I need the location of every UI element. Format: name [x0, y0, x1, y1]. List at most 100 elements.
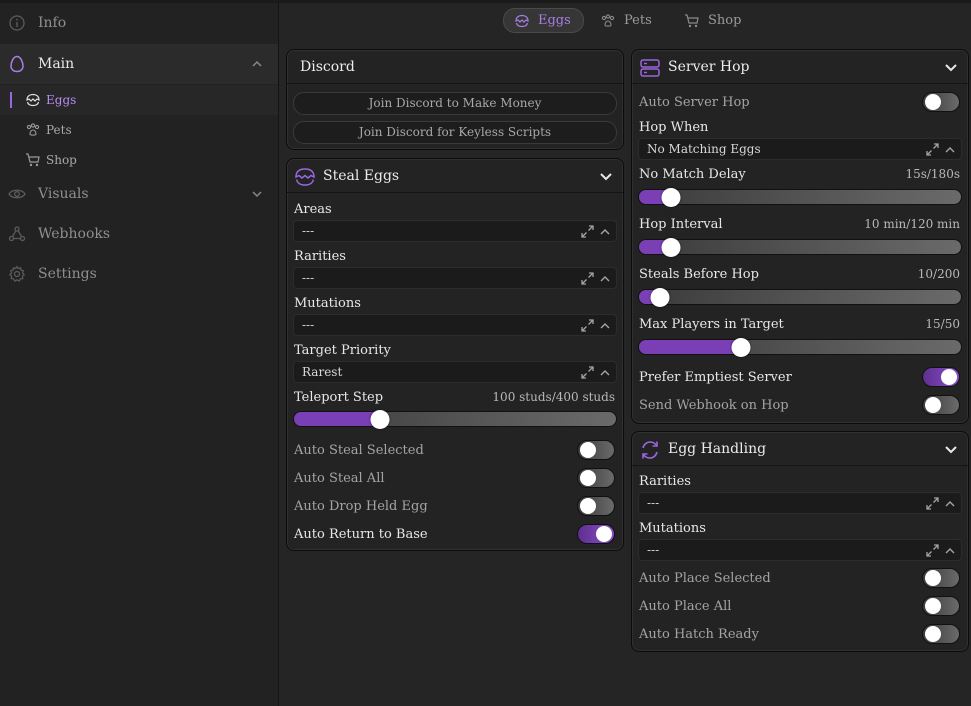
- expand-icon[interactable]: [581, 366, 594, 379]
- toggle-knob: [596, 526, 612, 542]
- chevron-down-icon[interactable]: [944, 61, 958, 75]
- rarities-dropdown[interactable]: ---: [293, 267, 617, 289]
- prefer-emptiest-label: Prefer Emptiest Server: [639, 370, 792, 385]
- panel-header[interactable]: Egg Handling: [632, 432, 968, 466]
- send-webhook-toggle[interactable]: [922, 395, 960, 415]
- expand-icon[interactable]: [926, 497, 939, 510]
- chevron-down-icon[interactable]: [944, 443, 958, 457]
- sidebar-subitem-shop[interactable]: Shop: [0, 145, 278, 175]
- server-hop-panel: Server Hop Auto Server Hop Hop When No M…: [631, 49, 969, 424]
- slider-knob[interactable]: [731, 338, 751, 357]
- sidebar-item-main[interactable]: Main: [0, 44, 278, 84]
- sidebar-item-settings[interactable]: Settings: [0, 254, 278, 294]
- egg-icon: [8, 55, 26, 73]
- teleport-step-slider[interactable]: [293, 410, 617, 429]
- toggle-knob: [925, 94, 941, 110]
- slider-knob[interactable]: [661, 188, 681, 207]
- auto-place-all-toggle[interactable]: [922, 596, 960, 616]
- auto-return-to-base-toggle[interactable]: [577, 524, 615, 544]
- chevron-up-icon[interactable]: [599, 273, 611, 285]
- hop-interval-slider[interactable]: [638, 238, 962, 257]
- auto-server-hop-toggle[interactable]: [922, 92, 960, 112]
- panel-header[interactable]: Server Hop: [632, 50, 968, 84]
- panel-header: Discord: [287, 50, 623, 84]
- tab-label: Shop: [708, 13, 742, 28]
- join-discord-money-button[interactable]: Join Discord to Make Money: [293, 92, 617, 115]
- panel-title: Discord: [300, 59, 355, 75]
- info-icon: [8, 14, 26, 32]
- steals-before-hop-slider[interactable]: [638, 288, 962, 307]
- hop-when-dropdown[interactable]: No Matching Eggs: [638, 138, 962, 160]
- sidebar-item-label: Settings: [38, 266, 97, 282]
- egg-crack-icon: [25, 92, 41, 108]
- teleport-step-value: 100 studs/400 studs: [492, 390, 615, 404]
- sidebar-subitem-eggs[interactable]: Eggs: [0, 85, 278, 115]
- areas-label: Areas: [294, 202, 332, 217]
- auto-drop-held-egg-toggle[interactable]: [577, 496, 615, 516]
- tab-shop[interactable]: Shop: [684, 8, 741, 33]
- toggle-knob: [925, 598, 941, 614]
- sidebar-subitem-pets[interactable]: Pets: [0, 115, 278, 145]
- dropdown-value: ---: [647, 496, 660, 510]
- expand-icon[interactable]: [926, 544, 939, 557]
- handling-mutations-dropdown[interactable]: ---: [638, 539, 962, 561]
- egg-crack-icon: [514, 13, 530, 29]
- slider-knob[interactable]: [370, 410, 389, 429]
- chevron-up-icon[interactable]: [944, 545, 956, 557]
- dropdown-value: ---: [647, 543, 660, 557]
- dropdown-value: ---: [302, 318, 315, 332]
- auto-steal-all-label: Auto Steal All: [294, 471, 385, 486]
- slider-knob[interactable]: [661, 238, 681, 257]
- areas-dropdown[interactable]: ---: [293, 220, 617, 242]
- tab-pets[interactable]: Pets: [600, 8, 652, 33]
- server-icon: [639, 57, 661, 79]
- send-webhook-label: Send Webhook on Hop: [639, 398, 789, 413]
- hop-interval-label: Hop Interval: [639, 217, 723, 232]
- chevron-down-icon: [250, 187, 264, 201]
- handling-rarities-dropdown[interactable]: ---: [638, 492, 962, 514]
- auto-place-selected-toggle[interactable]: [922, 568, 960, 588]
- paw-icon: [600, 13, 616, 29]
- chevron-up-icon: [250, 57, 264, 71]
- target-priority-dropdown[interactable]: Rarest: [293, 361, 617, 383]
- expand-icon[interactable]: [581, 225, 594, 238]
- chevron-up-icon[interactable]: [944, 498, 956, 510]
- max-players-value: 15/50: [925, 317, 960, 331]
- slider-knob[interactable]: [650, 288, 670, 307]
- expand-icon[interactable]: [581, 319, 594, 332]
- auto-steal-selected-toggle[interactable]: [577, 440, 615, 460]
- expand-icon[interactable]: [926, 143, 939, 156]
- expand-icon[interactable]: [581, 272, 594, 285]
- chevron-up-icon[interactable]: [599, 320, 611, 332]
- tab-eggs[interactable]: Eggs: [503, 8, 584, 33]
- join-discord-keyless-button[interactable]: Join Discord for Keyless Scripts: [293, 121, 617, 144]
- active-indicator: [10, 92, 12, 108]
- slider-fill: [639, 340, 736, 354]
- panel-header[interactable]: Steal Eggs: [287, 159, 623, 193]
- sidebar-item-webhooks[interactable]: Webhooks: [0, 214, 278, 254]
- sidebar-item-info[interactable]: Info: [0, 3, 278, 43]
- hop-interval-value: 10 min/120 min: [864, 217, 960, 231]
- auto-steal-selected-label: Auto Steal Selected: [294, 443, 424, 458]
- auto-steal-all-toggle[interactable]: [577, 468, 615, 488]
- sidebar-item-visuals[interactable]: Visuals: [0, 174, 278, 214]
- rarities-label: Rarities: [639, 474, 691, 489]
- no-match-delay-slider[interactable]: [638, 188, 962, 207]
- sidebar-item-label: Main: [38, 56, 75, 72]
- max-players-slider[interactable]: [638, 338, 962, 357]
- egg-handling-panel: Egg Handling Rarities --- Mutations --- …: [631, 431, 969, 652]
- chevron-up-icon[interactable]: [944, 144, 956, 156]
- paw-icon: [25, 122, 41, 138]
- chevron-down-icon[interactable]: [599, 170, 613, 184]
- auto-hatch-ready-label: Auto Hatch Ready: [639, 627, 759, 642]
- auto-hatch-ready-toggle[interactable]: [922, 624, 960, 644]
- max-players-label: Max Players in Target: [639, 317, 784, 332]
- mutations-dropdown[interactable]: ---: [293, 314, 617, 336]
- chevron-up-icon[interactable]: [599, 367, 611, 379]
- chevron-up-icon[interactable]: [599, 226, 611, 238]
- gear-icon: [8, 265, 26, 283]
- steal-eggs-panel: Steal Eggs Areas --- Rarities --- Mutati…: [286, 158, 624, 551]
- prefer-emptiest-toggle[interactable]: [922, 367, 960, 387]
- hop-when-label: Hop When: [639, 120, 709, 135]
- cart-icon: [684, 13, 700, 29]
